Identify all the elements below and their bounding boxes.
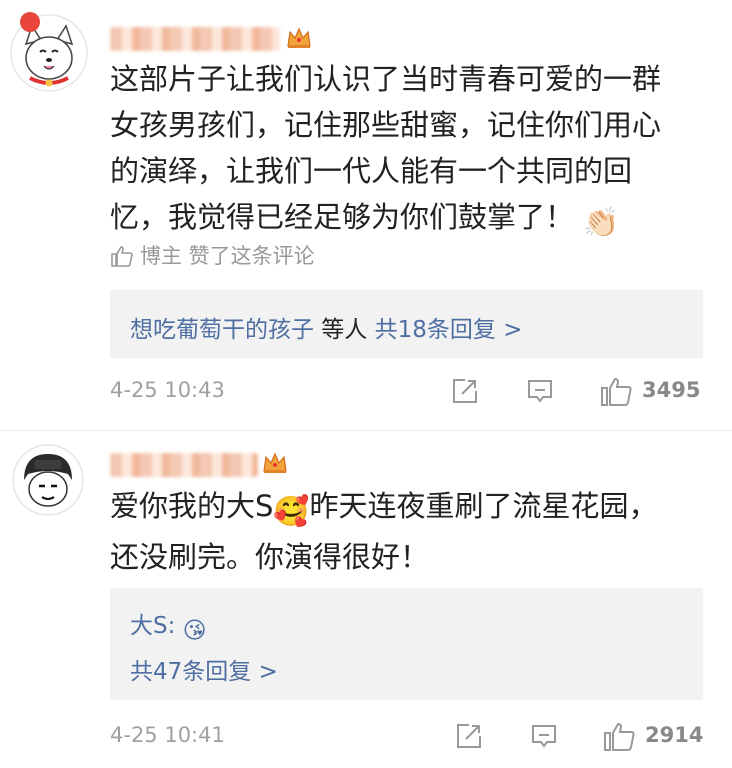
clap-emoji: 👏🏻 <box>583 205 620 239</box>
timestamp: 4-25 10:43 <box>110 378 225 402</box>
thumbs-up-icon <box>111 246 133 267</box>
crown-badge-icon <box>262 451 288 480</box>
thumbs-up-icon[interactable] <box>603 721 635 755</box>
comment-item: 爱你我的大S🥰昨天连夜重刷了流星花园， 还没刷完。你演得很好！ 大S: 😘 共4… <box>0 431 732 768</box>
author-liked-note: 博主 赞了这条评论 <box>110 240 315 270</box>
smiling-hearts-emoji: 🥰 <box>273 494 310 528</box>
share-icon[interactable] <box>455 722 483 754</box>
username-blurred[interactable] <box>110 27 280 51</box>
comment-item: 这部片子让我们认识了当时青春可爱的一群 女孩男孩们，记住那些甜蜜，记住你们用心 … <box>0 0 732 431</box>
share-icon[interactable] <box>451 377 479 409</box>
reply-summary[interactable]: 想吃葡萄干的孩子 等人 共18条回复 > <box>130 310 522 344</box>
thumbs-up-icon[interactable] <box>600 376 632 410</box>
kiss-emoji: 😘 <box>182 618 207 644</box>
like-count: 2914 <box>645 723 704 747</box>
user-avatar[interactable] <box>12 444 84 516</box>
username-blurred[interactable] <box>110 453 258 477</box>
reply-summary-box[interactable]: 想吃葡萄干的孩子 等人 共18条回复 > <box>110 290 703 358</box>
comment-text: 爱你我的大S🥰昨天连夜重刷了流星花园， 还没刷完。你演得很好！ <box>110 489 658 574</box>
reply-author-link[interactable]: 想吃葡萄干的孩子 <box>130 317 314 343</box>
view-replies-link[interactable]: 共47条回复 > <box>130 652 278 686</box>
like-count: 3495 <box>642 378 701 402</box>
view-replies-link[interactable]: 共18条回复 > <box>375 317 523 343</box>
reply-summary-box[interactable]: 大S: 😘 共47条回复 > <box>110 588 703 700</box>
featured-reply[interactable]: 大S: 😘 <box>130 606 207 644</box>
comment-icon[interactable] <box>526 377 554 409</box>
comment-icon[interactable] <box>530 722 558 754</box>
comment-text: 这部片子让我们认识了当时青春可爱的一群 女孩男孩们，记住那些甜蜜，记住你们用心 … <box>110 56 700 245</box>
reply-author-link[interactable]: 大S: <box>130 613 175 639</box>
crown-badge-icon <box>286 26 312 55</box>
timestamp: 4-25 10:41 <box>110 723 225 747</box>
badge-dot <box>20 12 40 32</box>
